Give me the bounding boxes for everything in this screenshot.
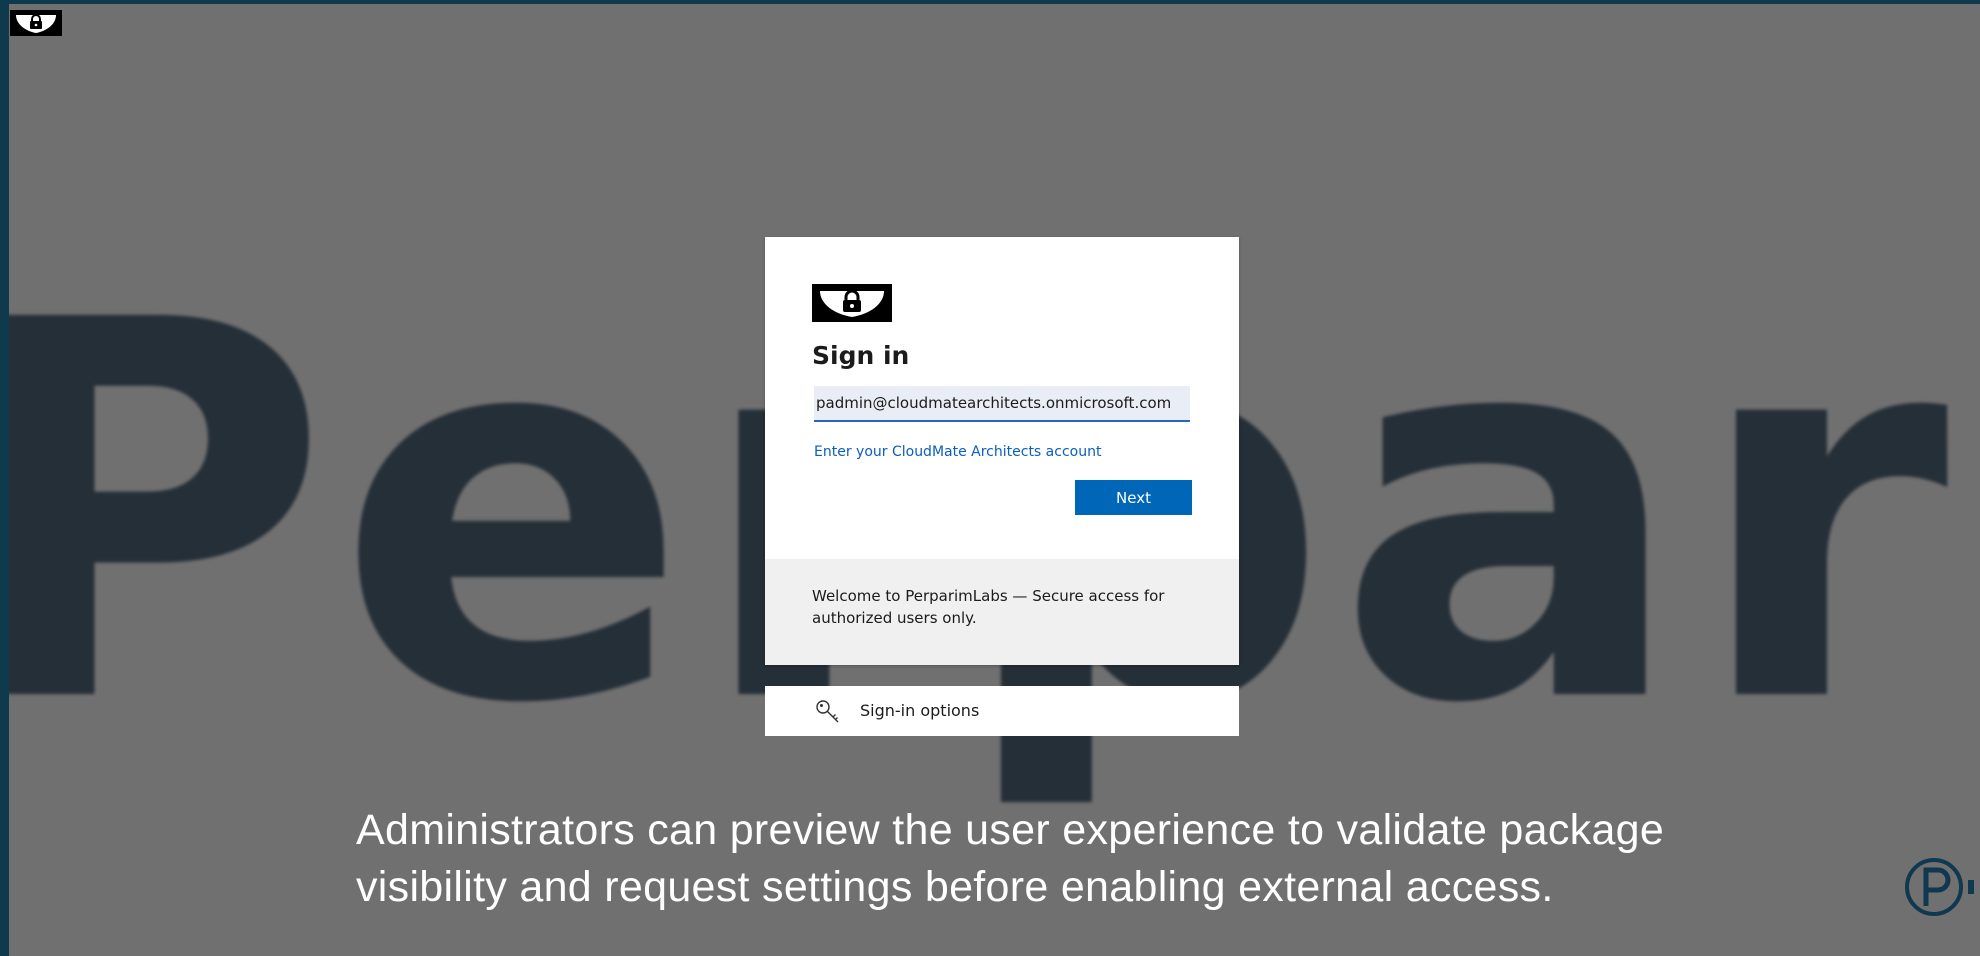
page-title: Sign in	[812, 341, 910, 370]
lock-shield-icon	[812, 284, 892, 322]
email-field[interactable]	[814, 386, 1190, 422]
signin-options-label: Sign-in options	[860, 701, 980, 720]
caption-text: Administrators can preview the user expe…	[356, 806, 1665, 911]
card-footer: Welcome to PerparimLabs — Secure access …	[765, 559, 1239, 665]
account-hint-link[interactable]: Enter your CloudMate Architects account	[814, 444, 1101, 460]
signin-card: Sign in Enter your CloudMate Architects …	[765, 237, 1239, 665]
key-icon	[815, 699, 841, 725]
welcome-message: Welcome to PerparimLabs — Secure access …	[812, 587, 1165, 627]
p-circle-logo-icon	[1904, 852, 1974, 922]
signin-options-button[interactable]: Sign-in options	[765, 686, 1239, 736]
next-button[interactable]: Next	[1075, 480, 1192, 515]
corner-lock-shield-icon	[10, 10, 62, 36]
